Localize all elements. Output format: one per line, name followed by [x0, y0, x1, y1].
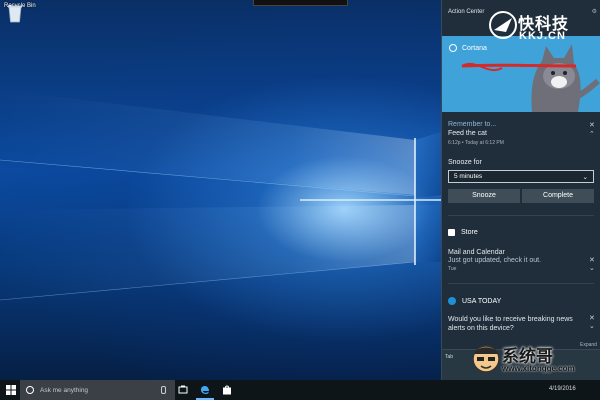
action-center-panel: Action Center ⚙ Cortana Remember to... F…	[441, 0, 600, 380]
reminder-time: 6:12p • Today at 6:12 PM	[448, 140, 504, 146]
store-notification-day: Tue	[448, 266, 457, 272]
cortana-label: Cortana	[462, 44, 487, 52]
windows-start-icon[interactable]	[6, 385, 16, 395]
divider	[448, 215, 594, 216]
complete-button[interactable]: Complete	[522, 189, 594, 203]
divider	[448, 283, 594, 284]
windows-logo-light-beams	[0, 90, 441, 301]
snooze-duration-select[interactable]: 5 minutes ⌄	[448, 170, 594, 183]
store-notification-body: Just got updated, check it out.	[448, 257, 542, 264]
store-taskbar-icon[interactable]	[222, 385, 232, 395]
task-view-icon[interactable]	[178, 385, 188, 395]
store-app-name: Store	[461, 229, 478, 236]
kkj-logo-icon	[489, 11, 517, 39]
taskbar-date: 4/19/2016	[549, 386, 576, 392]
window-edge	[253, 0, 348, 6]
xitongge-logo-url: www.xitongge.com	[502, 364, 575, 373]
close-icon[interactable]: ✕	[589, 256, 595, 264]
action-center-title: Action Center	[448, 9, 485, 15]
microphone-icon[interactable]	[161, 386, 166, 394]
usa-today-notification-body: Would you like to receive breaking news …	[448, 316, 573, 332]
taskbar: Ask me anything	[0, 380, 600, 400]
cortana-header[interactable]: Cortana	[449, 44, 487, 52]
cortana-icon	[449, 44, 457, 52]
chevron-down-icon: ⌄	[582, 173, 588, 181]
chevron-up-icon[interactable]: ⌃	[589, 130, 595, 138]
kkj-watermark-logo: 快科技 KKJ.CN	[488, 8, 600, 48]
search-placeholder: Ask me anything	[40, 386, 89, 394]
xitongge-logo-icon	[472, 345, 500, 373]
usa-today-group-header[interactable]: USA TODAY	[448, 297, 501, 305]
snooze-button[interactable]: Snooze	[448, 189, 520, 203]
edge-browser-icon[interactable]	[200, 385, 210, 395]
chevron-down-icon[interactable]: ⌄	[589, 264, 595, 272]
cortana-search-icon	[26, 386, 34, 394]
close-icon[interactable]: ✕	[589, 121, 595, 129]
reminder-body: Feed the cat	[448, 130, 487, 137]
recycle-bin-shortcut[interactable]: Recycle Bin	[4, 2, 44, 23]
desktop-wallpaper: Recycle Bin	[0, 0, 441, 380]
quick-action-tile[interactable]: Tab	[445, 354, 453, 360]
store-group-header[interactable]: Store	[448, 229, 478, 236]
reminder-notification[interactable]: Remember to... Feed the cat 6:12p • Toda…	[448, 121, 588, 146]
close-icon[interactable]: ✕	[589, 314, 595, 322]
usa-today-app-name: USA TODAY	[462, 297, 502, 305]
store-icon	[448, 229, 455, 236]
usa-today-icon	[448, 297, 456, 305]
recycle-bin-icon	[8, 5, 22, 23]
cortana-search-box[interactable]: Ask me anything	[20, 380, 175, 400]
chevron-down-icon[interactable]: ⌄	[589, 322, 595, 330]
snooze-duration-value: 5 minutes	[454, 173, 483, 180]
reminder-title: Remember to...	[448, 121, 497, 128]
kkj-logo-url: KKJ.CN	[519, 30, 566, 42]
snooze-label: Snooze for	[448, 159, 482, 166]
